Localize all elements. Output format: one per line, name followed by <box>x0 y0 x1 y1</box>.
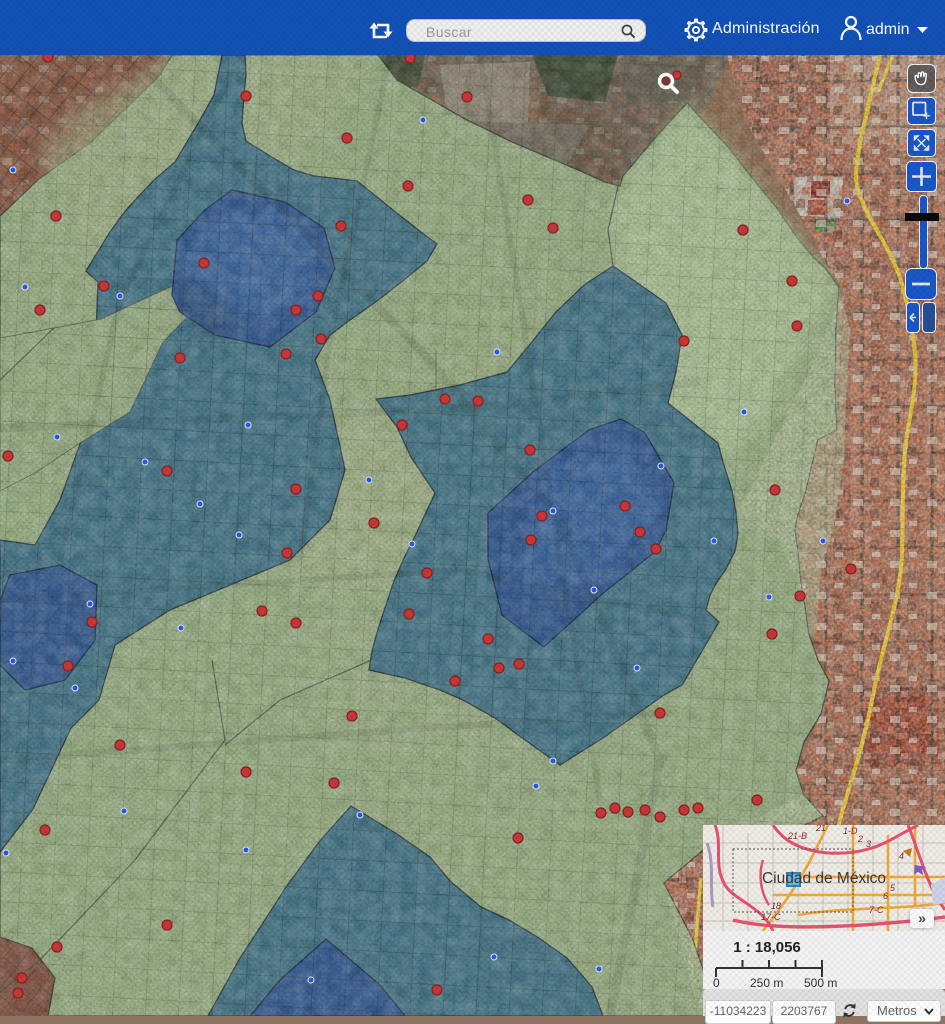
svg-text:18: 18 <box>771 901 781 911</box>
svg-text:17-C: 17-C <box>761 912 781 922</box>
svg-text:250 m: 250 m <box>750 976 783 989</box>
svg-text:2: 2 <box>857 834 863 844</box>
svg-text:Ciudad de México: Ciudad de México <box>762 870 886 887</box>
svg-text:0: 0 <box>713 976 720 989</box>
svg-text:7-C: 7-C <box>869 905 884 915</box>
svg-text:21-B: 21-B <box>787 831 807 841</box>
svg-text:21: 21 <box>815 825 826 833</box>
svg-text:1-D: 1-D <box>843 826 858 836</box>
svg-text:4: 4 <box>899 851 904 861</box>
svg-text:3: 3 <box>866 839 871 849</box>
svg-text:500 m: 500 m <box>804 976 837 989</box>
svg-text:6: 6 <box>883 891 888 901</box>
